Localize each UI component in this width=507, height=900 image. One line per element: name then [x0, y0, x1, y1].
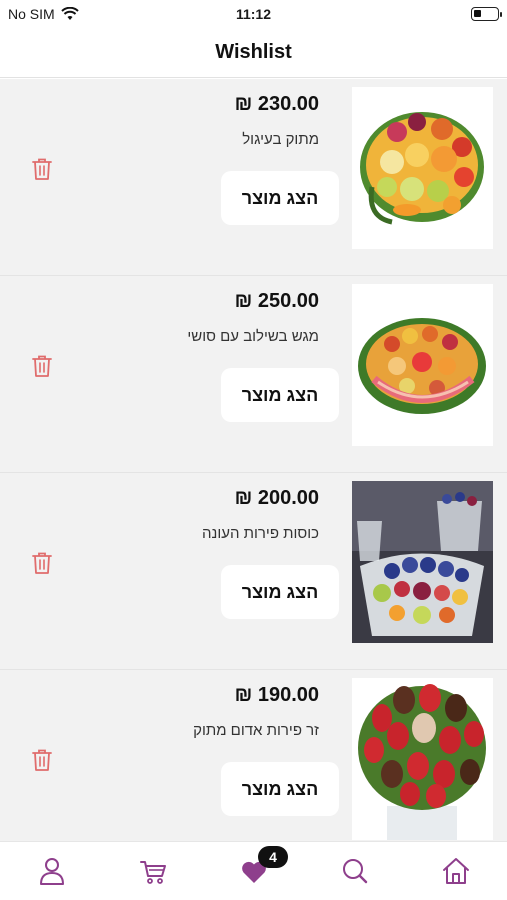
trash-icon[interactable] [31, 354, 53, 378]
page-title: Wishlist [215, 41, 292, 63]
tab-profile[interactable] [38, 856, 66, 886]
wishlist-item: ₪ 200.00 כוסות פירות העונה הצג מוצר [0, 473, 507, 670]
item-name: כוסות פירות העונה [202, 525, 319, 542]
status-time: 11:12 [235, 6, 272, 22]
wishlist-count-badge: 4 [258, 846, 288, 868]
view-product-button[interactable]: הצג מוצר [221, 565, 339, 619]
fruit-cups-image [352, 481, 493, 643]
item-price: ₪ 250.00 [234, 290, 319, 312]
fruit-platter-image [352, 87, 493, 249]
wishlist-item: ₪ 230.00 מתוק בעיגול הצג מוצר [0, 79, 507, 276]
item-name: מתוק בעיגול [242, 131, 319, 148]
trash-icon[interactable] [31, 551, 53, 575]
trash-icon[interactable] [31, 157, 53, 181]
item-price: ₪ 230.00 [234, 93, 319, 115]
tab-home[interactable] [442, 856, 470, 886]
item-price: ₪ 200.00 [234, 487, 319, 509]
profile-icon [40, 858, 64, 885]
wishlist-list: ₪ 230.00 מתוק בעיגול הצג מוצר ₪ 250.00 מ… [0, 79, 507, 841]
product-image[interactable] [352, 481, 493, 643]
wishlist-item: ₪ 250.00 מגש בשילוב עם סושי הצג מוצר [0, 276, 507, 473]
cart-icon [140, 861, 166, 884]
fruit-bouquet-image [352, 678, 493, 840]
trash-icon[interactable] [31, 748, 53, 772]
battery-icon [471, 7, 502, 21]
tab-search[interactable] [341, 856, 369, 886]
bottom-tab-bar: 4 [0, 841, 507, 900]
view-product-button[interactable]: הצג מוצר [221, 171, 339, 225]
sushi-platter-image [352, 284, 493, 446]
search-icon [343, 859, 368, 884]
item-name: מגש בשילוב עם סושי [187, 328, 319, 345]
status-bar: No SIM 11:12 [0, 0, 507, 30]
view-product-button[interactable]: הצג מוצר [221, 368, 339, 422]
view-product-button[interactable]: הצג מוצר [221, 762, 339, 816]
product-image[interactable] [352, 678, 493, 840]
item-price: ₪ 190.00 [234, 684, 319, 706]
home-icon [443, 858, 469, 884]
product-image[interactable] [352, 87, 493, 249]
wishlist-item: ₪ 190.00 זר פירות אדום מתוק הצג מוצר [0, 670, 507, 841]
item-name: זר פירות אדום מתוק [193, 722, 319, 739]
page-header: Wishlist [0, 30, 507, 78]
product-image[interactable] [352, 284, 493, 446]
tab-cart[interactable] [139, 856, 167, 886]
